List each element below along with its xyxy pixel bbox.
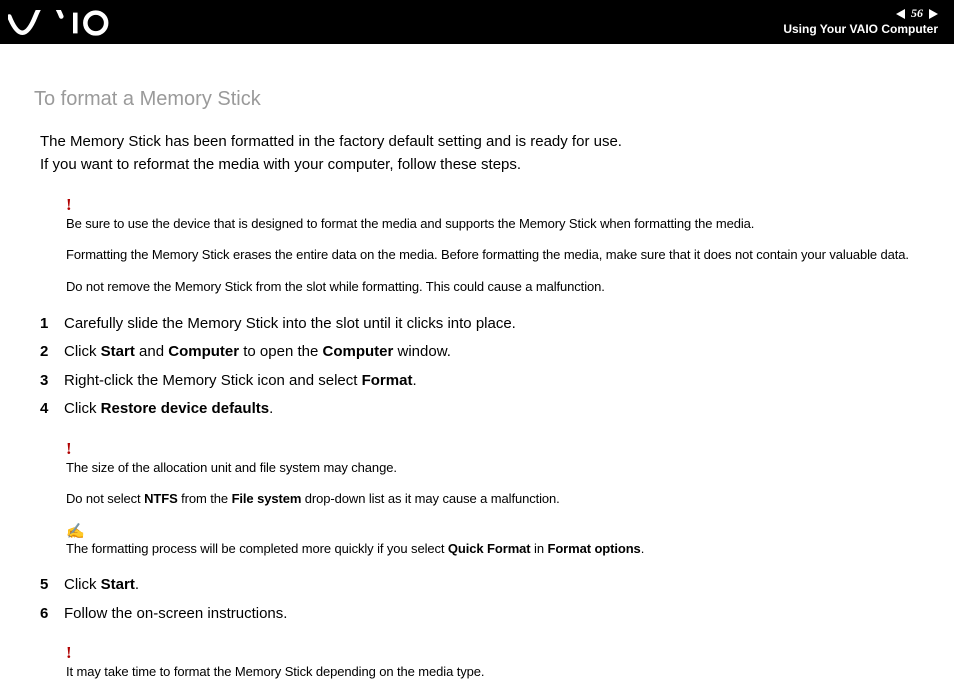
- warning-1-line-1: Be sure to use the device that is design…: [66, 215, 920, 233]
- step-number: 5: [40, 571, 64, 600]
- step-text: Carefully slide the Memory Stick into th…: [64, 310, 920, 339]
- step-text: Follow the on-screen instructions.: [64, 600, 920, 629]
- step-row: 5 Click Start.: [40, 571, 920, 600]
- warning-icon: !: [66, 194, 920, 217]
- warning-2-line-2: Do not select NTFS from the File system …: [66, 490, 920, 508]
- step-row: 1 Carefully slide the Memory Stick into …: [40, 310, 920, 339]
- warning-icon: !: [66, 438, 920, 461]
- step-text: Click Restore device defaults.: [64, 395, 920, 424]
- step-row: 6 Follow the on-screen instructions.: [40, 600, 920, 629]
- page-header: 56 Using Your VAIO Computer: [0, 0, 954, 44]
- step-text: Right-click the Memory Stick icon and se…: [64, 367, 920, 396]
- warning-block-2: ! The size of the allocation unit and fi…: [66, 438, 920, 508]
- tip-text: The formatting process will be completed…: [66, 540, 920, 558]
- step-row: 2 Click Start and Computer to open the C…: [40, 338, 920, 367]
- warning-1-line-2: Formatting the Memory Stick erases the e…: [66, 246, 920, 264]
- step-number: 3: [40, 367, 64, 396]
- warning-2-line-1: The size of the allocation unit and file…: [66, 459, 920, 477]
- section-title: Using Your VAIO Computer: [783, 22, 938, 38]
- note-icon: ✍: [66, 522, 920, 542]
- steps-list-1: 1 Carefully slide the Memory Stick into …: [40, 310, 920, 424]
- page-heading: To format a Memory Stick: [34, 78, 920, 121]
- step-number: 1: [40, 310, 64, 339]
- step-row: 4 Click Restore device defaults.: [40, 395, 920, 424]
- tip-block: ✍ The formatting process will be complet…: [66, 522, 920, 558]
- intro-text: The Memory Stick has been formatted in t…: [40, 131, 920, 176]
- intro-line-2: If you want to reformat the media with y…: [40, 156, 521, 173]
- header-right: 56 Using Your VAIO Computer: [783, 6, 938, 37]
- page-number: 56: [911, 6, 923, 22]
- step-row: 3 Right-click the Memory Stick icon and …: [40, 367, 920, 396]
- warning-block-1: ! Be sure to use the device that is desi…: [66, 194, 920, 296]
- step-number: 2: [40, 338, 64, 367]
- step-text: Click Start and Computer to open the Com…: [64, 338, 920, 367]
- vaio-logo: [8, 10, 138, 36]
- nav-prev-icon[interactable]: [896, 9, 905, 19]
- nav-next-icon[interactable]: [929, 9, 938, 19]
- step-number: 4: [40, 395, 64, 424]
- intro-line-1: The Memory Stick has been formatted in t…: [40, 133, 622, 150]
- page-nav: 56: [783, 6, 938, 22]
- warning-1-line-3: Do not remove the Memory Stick from the …: [66, 278, 920, 296]
- warning-3-text: It may take time to format the Memory St…: [66, 663, 920, 681]
- content: To format a Memory Stick The Memory Stic…: [0, 44, 954, 681]
- warning-icon: !: [66, 642, 920, 665]
- step-number: 6: [40, 600, 64, 629]
- step-text: Click Start.: [64, 571, 920, 600]
- warning-block-3: ! It may take time to format the Memory …: [66, 642, 920, 680]
- steps-list-2: 5 Click Start. 6 Follow the on-screen in…: [40, 571, 920, 628]
